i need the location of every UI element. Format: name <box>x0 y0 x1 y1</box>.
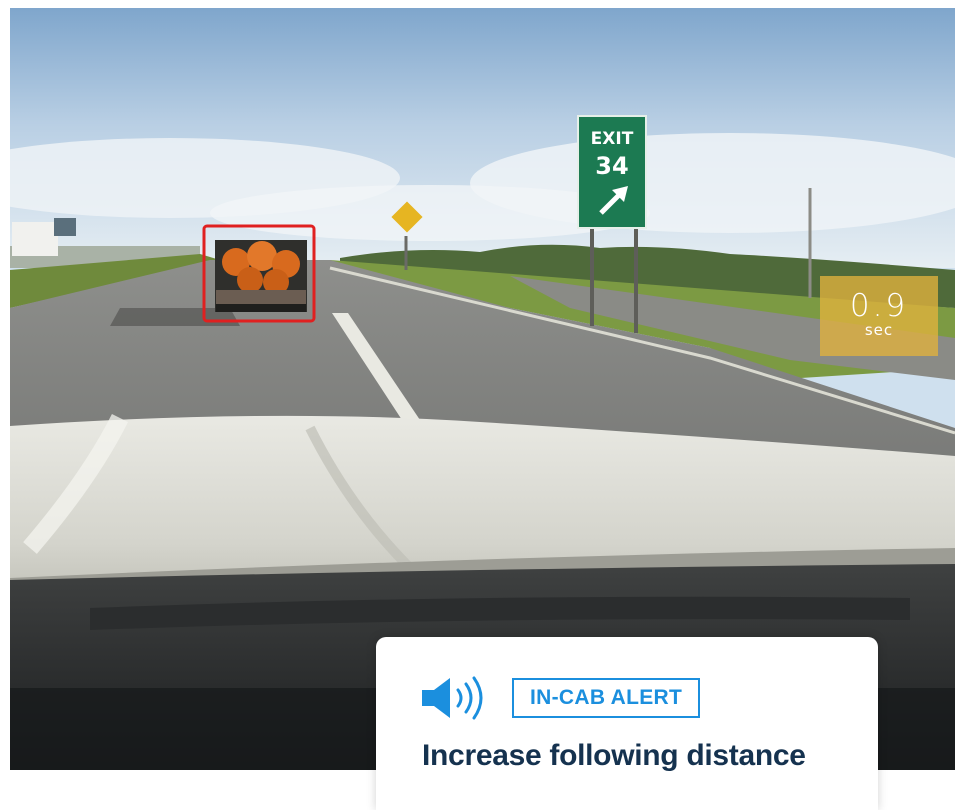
exit-sign-number: 34 <box>595 152 628 180</box>
speaker-volume-icon <box>422 676 483 720</box>
following-time-value: 0.9 <box>849 288 909 324</box>
exit-sign-line1: EXIT <box>591 129 634 149</box>
in-cab-alert-badge: IN-CAB ALERT <box>512 678 701 718</box>
distant-sign <box>54 218 76 236</box>
alert-message: Increase following distance <box>422 739 806 772</box>
in-cab-alert-card: IN-CAB ALERT Increase following distance <box>376 637 878 810</box>
following-time-unit: sec <box>864 321 894 339</box>
distant-truck <box>12 222 58 256</box>
alert-header: IN-CAB ALERT <box>420 675 701 721</box>
lead-vehicle <box>215 240 307 312</box>
following-time-badge: 0.9 sec <box>820 276 938 356</box>
